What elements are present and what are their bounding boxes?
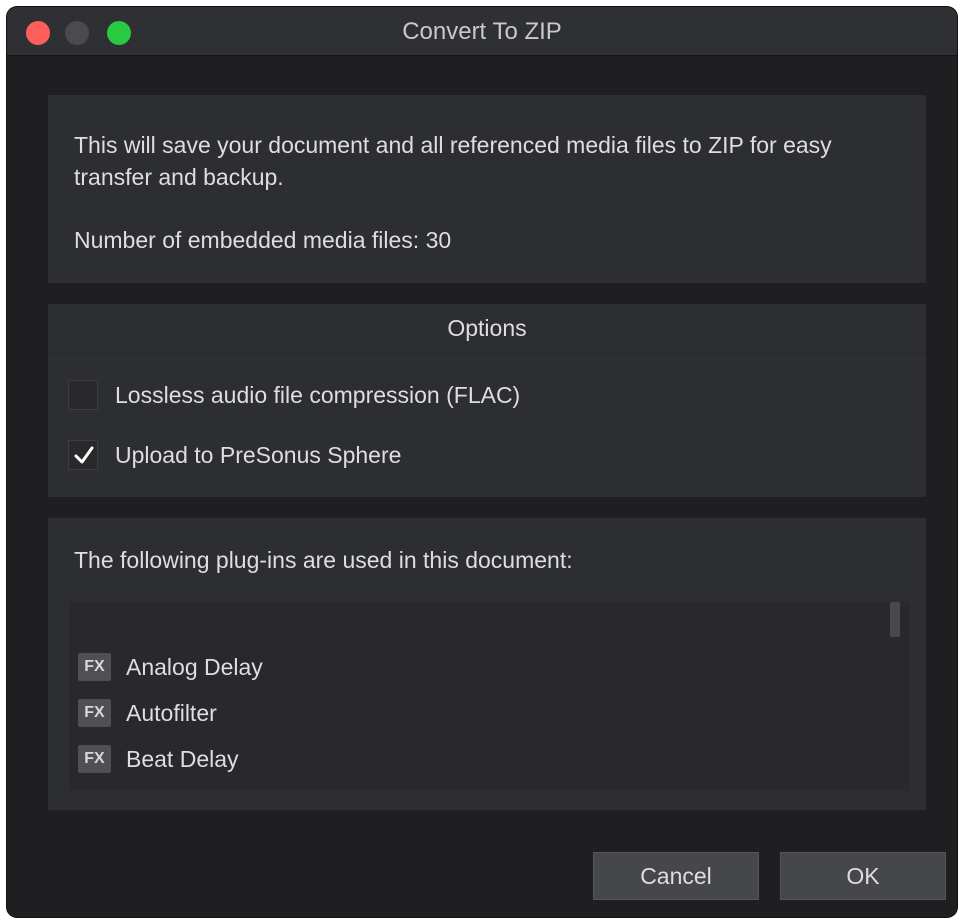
checkmark-icon xyxy=(74,446,94,464)
fx-icon: FX xyxy=(78,653,111,681)
options-panel: Options Lossless audio file compression … xyxy=(48,304,926,497)
ok-button[interactable]: OK xyxy=(780,852,946,900)
flac-checkbox[interactable] xyxy=(68,380,98,410)
upload-sphere-checkbox[interactable] xyxy=(68,440,98,470)
fx-icon: FX xyxy=(78,699,111,727)
plugin-name: Analog Delay xyxy=(126,653,263,680)
convert-to-zip-dialog: Convert To ZIP This will save your docum… xyxy=(7,7,957,917)
plugin-list-scrollbar[interactable] xyxy=(890,602,900,637)
option-upload-sphere[interactable]: Upload to PreSonus Sphere xyxy=(68,438,401,472)
plugin-item: FX Beat Delay xyxy=(78,742,239,776)
fx-icon: FX xyxy=(78,745,111,773)
plugins-heading: The following plug-ins are used in this … xyxy=(74,547,573,573)
info-panel: This will save your document and all ref… xyxy=(48,95,926,283)
plugin-item: FX Autofilter xyxy=(78,696,217,730)
title-bar[interactable]: Convert To ZIP xyxy=(7,7,957,56)
plugins-panel: The following plug-ins are used in this … xyxy=(48,518,926,810)
flac-label[interactable]: Lossless audio file compression (FLAC) xyxy=(115,382,520,409)
upload-sphere-label[interactable]: Upload to PreSonus Sphere xyxy=(115,442,401,469)
info-description: This will save your document and all ref… xyxy=(74,132,832,190)
plugin-name: Autofilter xyxy=(126,699,217,726)
plugin-list[interactable]: FX Analog Delay FX Autofilter FX Beat De… xyxy=(69,602,909,791)
options-header: Options xyxy=(48,304,926,354)
plugin-item: FX Analog Delay xyxy=(78,650,263,684)
plugin-name: Beat Delay xyxy=(126,745,239,772)
cancel-button[interactable]: Cancel xyxy=(593,852,759,900)
window-title: Convert To ZIP xyxy=(402,18,562,45)
media-count: Number of embedded media files: 30 xyxy=(74,227,452,253)
option-flac[interactable]: Lossless audio file compression (FLAC) xyxy=(68,378,520,412)
